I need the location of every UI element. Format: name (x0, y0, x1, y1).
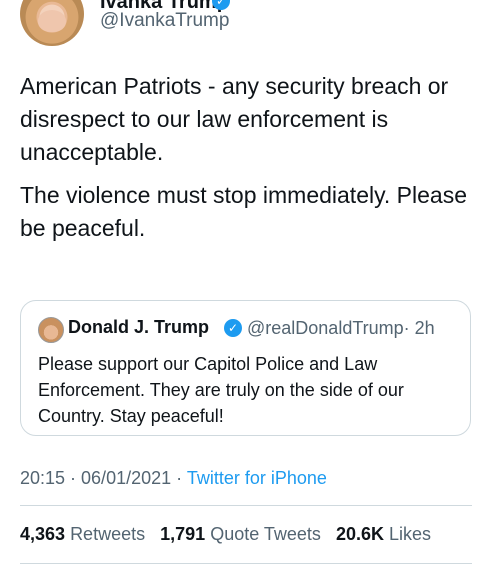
quote-tweets-count: 1,791 (160, 524, 206, 544)
tweet-paragraph: The violence must stop immediately. Plea… (20, 182, 467, 241)
likes-stat[interactable]: 20.6K Likes (336, 524, 441, 544)
author-avatar[interactable] (20, 0, 84, 46)
likes-label: Likes (389, 524, 432, 544)
tweet-paragraph: American Patriots - any security breach … (20, 73, 449, 165)
tweet-metadata: 20:15 · 06/01/2021 · Twitter for iPhone (20, 468, 327, 489)
quoted-author-meta: @realDonaldTrump· 2h (247, 318, 435, 339)
tweet-timestamp[interactable]: 20:15 · 06/01/2021 · (20, 468, 182, 488)
quoted-tweet-text: Please support our Capitol Police and La… (38, 354, 404, 426)
author-handle[interactable]: @IvankaTrump (100, 10, 229, 32)
retweets-label: Retweets (70, 524, 146, 544)
verified-badge-icon: ✓ (224, 319, 242, 337)
likes-count: 20.6K (335, 524, 384, 544)
quote-tweets-stat[interactable]: 1,791 Quote Tweets (160, 524, 331, 544)
tweet-header: Ivanka Trump ✓ @IvankaTrump (0, 0, 492, 60)
quoted-tweet-age: · 2h (403, 318, 435, 338)
retweets-stat[interactable]: 4,363 Retweets (20, 524, 155, 544)
tweet-source-link[interactable]: Twitter for iPhone (187, 468, 327, 488)
quoted-author-avatar[interactable] (38, 317, 64, 343)
quoted-author-name[interactable]: Donald J. Trump (68, 317, 209, 338)
divider (20, 505, 472, 506)
quote-tweets-label: Quote Tweets (210, 524, 321, 544)
quoted-tweet-card[interactable]: Donald J. Trump ✓ @realDonaldTrump· 2h P… (20, 300, 471, 436)
tweet-body: American Patriots - any security breach … (20, 70, 475, 255)
divider (20, 563, 472, 564)
quoted-author-handle[interactable]: @realDonaldTrump (247, 318, 404, 338)
retweets-count: 4,363 (20, 524, 66, 544)
engagement-stats: 4,363 Retweets 1,791 Quote Tweets 20.6K … (20, 524, 441, 545)
